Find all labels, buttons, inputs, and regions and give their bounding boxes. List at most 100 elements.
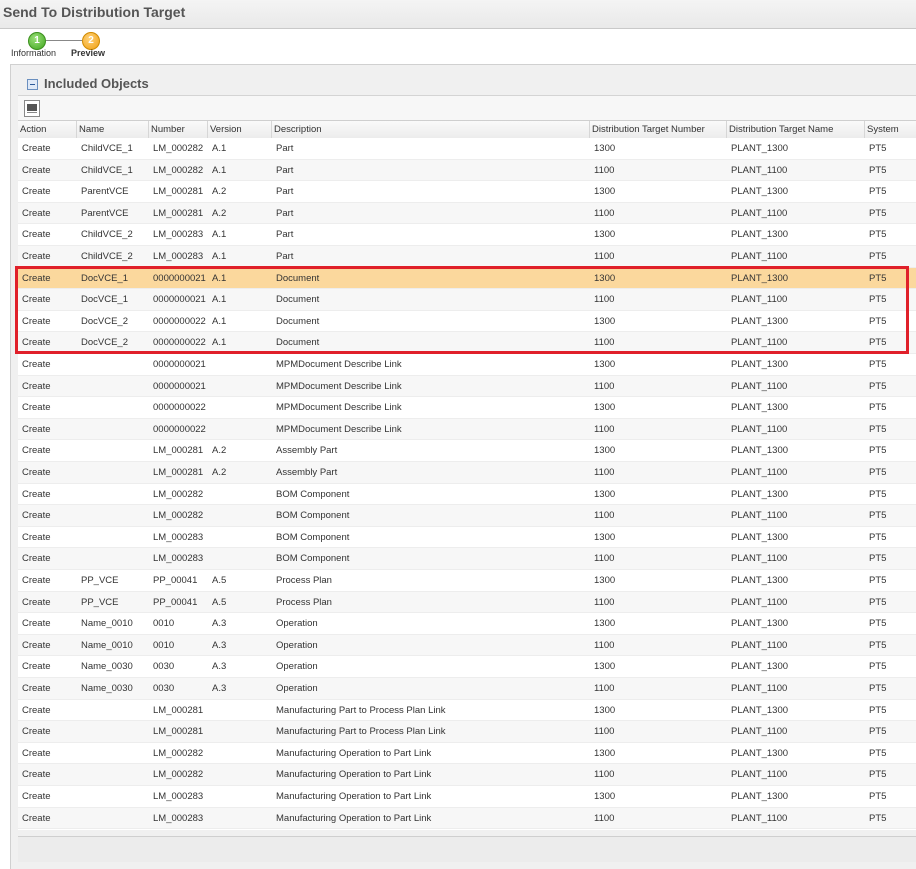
cell-number: LM_000283: [153, 553, 204, 565]
cell-name: ChildVCE_1: [81, 164, 133, 176]
cell-number: LM_000282: [153, 769, 204, 781]
cell-name: [79, 764, 149, 785]
cell-description: Part: [276, 207, 294, 219]
cell-target-number: 1300: [594, 143, 616, 154]
cell-number: LM_000282: [153, 510, 204, 522]
cell-version: A.1: [212, 294, 227, 306]
column-header-distribution-target-name[interactable]: Distribution Target Name: [727, 121, 865, 138]
cell-system: PT5: [869, 380, 887, 392]
cell-version: [210, 505, 272, 526]
column-header-number[interactable]: Number: [149, 121, 208, 138]
table-row[interactable]: Create LM_000283 BOM Component 1300 PLANT_13…: [18, 527, 916, 549]
table-row[interactable]: Create 0000000021 MPMDocument Describe Lin…: [18, 354, 916, 376]
table-row[interactable]: Create LM_000281 Manufacturing Part to Pro…: [18, 700, 916, 722]
table-row[interactable]: Create LM_000283 Manufacturing Operation t…: [18, 807, 916, 830]
column-header-distribution-target-number[interactable]: Distribution Target Number: [590, 121, 727, 138]
table-row[interactable]: Create DocVCE_1 0000000021 A.1 Document 1300 P…: [18, 267, 916, 290]
cell-system: PT5: [869, 467, 887, 478]
table-row[interactable]: Create LM_000282 BOM Component 1300 PLANT_13…: [18, 484, 916, 506]
table-row[interactable]: Create LM_000282 BOM Component 1100 PLANT_11…: [18, 505, 916, 527]
cell-system: PT5: [869, 510, 887, 522]
panel-header[interactable]: Included Objects: [27, 76, 149, 91]
cell-number: LM_000281: [153, 186, 204, 198]
cell-version: A.3: [212, 618, 227, 630]
cell-number: PP_00041: [153, 575, 198, 586]
cell-target-number: 1100: [594, 380, 615, 392]
table-row[interactable]: Create 0000000022 MPMDocument Describe Lin…: [18, 397, 916, 419]
cell-action: Create: [22, 380, 51, 392]
cell-description: Part: [276, 229, 294, 241]
table-row[interactable]: Create PP_VCE PP_00041 A.5 Process Plan 1300 P…: [18, 570, 916, 592]
table-row[interactable]: Create ChildVCE_2 LM_000283 A.1 Part 1300 PLAN…: [18, 224, 916, 246]
column-header-action[interactable]: Action: [18, 121, 77, 138]
cell-action: Create: [22, 402, 51, 414]
table-row[interactable]: Create ChildVCE_1 LM_000282 A.1 Part 1100 PLAN…: [18, 159, 916, 182]
table-row[interactable]: Create DocVCE_2 0000000022 A.1 Document 1100 P…: [18, 332, 916, 354]
panel-title: Included Objects: [44, 76, 149, 91]
cell-version: A.1: [212, 143, 227, 154]
table-row[interactable]: Create LM_000281 Manufacturing Part to Pro…: [18, 721, 916, 743]
step-preview-label[interactable]: Preview: [71, 48, 105, 58]
table-row[interactable]: Create PP_VCE PP_00041 A.5 Process Plan 1100 P…: [18, 591, 916, 614]
table-row[interactable]: Create LM_000283 BOM Component 1100 PLANT_11…: [18, 548, 916, 570]
cell-version: [210, 484, 272, 505]
cell-system: PT5: [869, 531, 887, 543]
cell-target-name: PLANT_1300: [731, 359, 789, 370]
table-row[interactable]: Create LM_000281 A.2 Assembly Part 1100 PLANT…: [18, 462, 916, 484]
table-row[interactable]: Create LM_000283 Manufacturing Operation t…: [18, 786, 916, 808]
cell-system: PT5: [869, 186, 887, 198]
cell-target-number: 1300: [594, 747, 616, 759]
table-row[interactable]: Create Name_0030 0030 A.3 Operation 1300 PLANT…: [18, 656, 916, 678]
table-row[interactable]: Create 0000000022 MPMDocument Describe Lin…: [18, 418, 916, 441]
cell-system: PT5: [869, 445, 887, 457]
cell-description: Manufacturing Operation to Part Link: [276, 747, 432, 759]
step-information-label[interactable]: Information: [11, 48, 56, 58]
cell-version: A.2: [212, 445, 227, 457]
cell-name: DocVCE_1: [81, 272, 128, 284]
cell-number: LM_000283: [153, 531, 204, 543]
cell-name: [79, 505, 149, 526]
cell-system: PT5: [869, 143, 887, 154]
export-icon[interactable]: [24, 100, 40, 117]
cell-action: Create: [22, 596, 51, 608]
table-row[interactable]: Create Name_0010 0010 A.3 Operation 1100 PLANT…: [18, 634, 916, 657]
cell-target-number: 1300: [594, 445, 616, 457]
cell-action: Create: [22, 445, 51, 457]
column-header-version[interactable]: Version: [208, 121, 272, 138]
cell-action: Create: [22, 553, 51, 565]
cell-system: PT5: [869, 207, 887, 219]
cell-number: 0010: [153, 618, 175, 630]
cell-target-name: PLANT_1300: [731, 618, 789, 630]
table-row[interactable]: Create LM_000281 A.2 Assembly Part 1300 PLANT…: [18, 440, 916, 462]
cell-number: LM_000282: [153, 488, 204, 500]
cell-name: Name_0030: [81, 683, 133, 694]
table-row[interactable]: Create Name_0010 0010 A.3 Operation 1300 PLANT…: [18, 613, 916, 635]
table-row[interactable]: Create DocVCE_2 0000000022 A.1 Document 1300 P…: [18, 311, 916, 333]
table-row[interactable]: Create ParentVCE LM_000281 A.2 Part 1300 PLANT…: [18, 181, 916, 203]
table-row[interactable]: Create DocVCE_1 0000000021 A.1 Document 1100 P…: [18, 289, 916, 311]
cell-system: PT5: [869, 661, 887, 673]
table-row[interactable]: Create Name_0030 0030 A.3 Operation 1100 PLANT…: [18, 678, 916, 700]
cell-target-name: PLANT_1100: [731, 467, 788, 478]
collapse-icon[interactable]: [27, 79, 38, 91]
table-row[interactable]: Create ChildVCE_1 LM_000282 A.1 Part 1300 PLAN…: [18, 138, 916, 160]
column-header-system[interactable]: System: [865, 121, 916, 138]
cell-action: Create: [22, 683, 51, 694]
cell-name: PP_VCE: [81, 596, 119, 608]
table-row[interactable]: Create ParentVCE LM_000281 A.2 Part 1100 PLANT…: [18, 202, 916, 225]
cell-description: Assembly Part: [276, 445, 338, 457]
cell-name: [79, 354, 149, 375]
cell-action: Create: [22, 315, 51, 327]
cell-number: 0000000022: [153, 315, 206, 327]
cell-description: Process Plan: [276, 575, 332, 586]
cell-target-number: 1100: [594, 337, 615, 349]
table-row[interactable]: Create LM_000282 Manufacturing Operation t…: [18, 764, 916, 786]
column-header-name[interactable]: Name: [77, 121, 149, 138]
table-row[interactable]: Create 0000000021 MPMDocument Describe Lin…: [18, 375, 916, 398]
column-header-description[interactable]: Description: [272, 121, 590, 138]
cell-version: [210, 786, 272, 807]
table-row[interactable]: Create LM_000282 Manufacturing Operation t…: [18, 743, 916, 765]
table-row[interactable]: Create ChildVCE_2 LM_000283 A.1 Part 1100 PLAN…: [18, 246, 916, 268]
cell-description: Document: [276, 272, 320, 284]
cell-system: PT5: [869, 683, 887, 694]
